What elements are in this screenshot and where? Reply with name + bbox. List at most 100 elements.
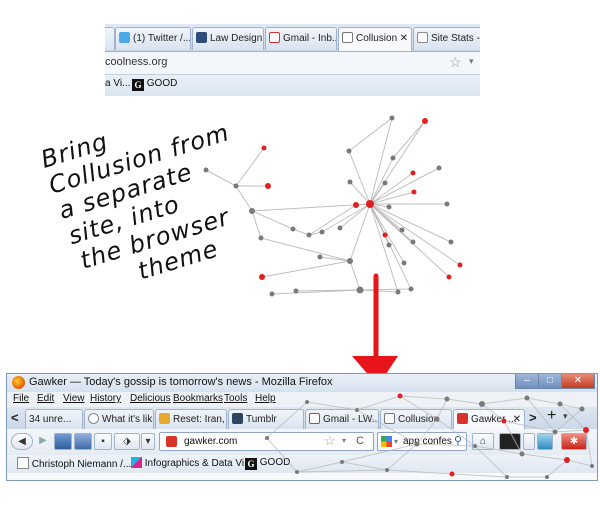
tracker-node [457, 262, 463, 268]
site-node [347, 179, 353, 185]
graph-edge [451, 473, 508, 478]
menu-file[interactable]: File [13, 393, 29, 404]
tab-label: Tumblr [246, 414, 277, 425]
addon-menu-icon[interactable]: ✱ [561, 433, 587, 450]
counter-badge-icon[interactable] [523, 433, 535, 450]
site-node [505, 475, 509, 479]
site-node [444, 201, 450, 207]
site-node [389, 115, 395, 121]
graph-edge [292, 228, 310, 236]
home-screen-icon[interactable] [54, 433, 72, 450]
maximize-button[interactable]: □ [538, 374, 562, 389]
site-node [337, 225, 343, 231]
infographics-icon [131, 457, 142, 468]
bookmark-good[interactable]: G GOOD [245, 457, 290, 470]
bookmark-label: GOOD [259, 457, 291, 468]
site-node [386, 242, 392, 248]
page-info-icon[interactable] [74, 433, 92, 450]
tracker-node [265, 183, 271, 189]
search-input[interactable]: ▾ app confes ⚲ [377, 432, 467, 451]
gmail-icon [309, 413, 320, 424]
forward-button[interactable]: ▶ [34, 433, 52, 450]
bookmark-label: Infographics & Data Vi... [144, 458, 253, 469]
menu-bookmarks[interactable]: Bookmarks [173, 393, 223, 404]
tab-scroll-left[interactable]: < [11, 410, 19, 425]
graph-edge [349, 181, 371, 205]
tracker-node [261, 145, 267, 151]
site-node [356, 286, 364, 294]
tab-collusion[interactable]: Collusion [380, 409, 452, 429]
home-button[interactable]: ⌂ [472, 433, 494, 450]
tab-tumblr[interactable]: Tumblr [228, 409, 304, 429]
close-window-button[interactable]: ✕ [561, 374, 595, 389]
tab-scroll-right[interactable]: > [529, 410, 537, 425]
tab-reset-iran[interactable]: Reset: Iran, ... [155, 409, 227, 429]
dropdown-icon[interactable]: ▾ [342, 436, 346, 445]
tab-mail[interactable]: 34 unre... [25, 409, 83, 429]
dropdown-icon[interactable]: ▾ [394, 437, 398, 446]
site-node [408, 286, 414, 292]
tab-what-its-like[interactable]: What it's lik... [84, 409, 154, 429]
minimize-button[interactable]: – [515, 374, 539, 389]
reload-icon[interactable]: C [356, 435, 364, 447]
site-node [410, 239, 416, 245]
site-node [395, 289, 401, 295]
site-node [290, 226, 296, 232]
site-node [390, 155, 396, 161]
window-title: Gawker — Today's gossip is tomorrow's ne… [29, 376, 333, 388]
graph-edge [369, 167, 440, 205]
gawker-icon [457, 413, 468, 424]
menu-delicious[interactable]: Delicious [130, 393, 171, 404]
star-icon[interactable]: ☆ [324, 433, 336, 449]
tab-label: Reset: Iran, ... [173, 414, 226, 425]
page-icon [17, 457, 29, 469]
window-titlebar: Gawker — Today's gossip is tomorrow's ne… [7, 374, 597, 392]
graph-edge [369, 120, 426, 205]
site-node [448, 239, 454, 245]
tab-label: Collusion [398, 414, 440, 425]
graph-edge [348, 150, 371, 205]
extension-icon[interactable] [537, 433, 553, 450]
tracker-node [411, 189, 417, 195]
close-tab-icon[interactable]: ✕ [513, 410, 521, 429]
site-node [382, 180, 388, 186]
delicious-tag-icon[interactable]: ⬗ [114, 433, 140, 450]
tab-label: Gmail - LW... [323, 414, 379, 425]
tracker-node [353, 202, 359, 208]
collusion-icon [384, 413, 395, 424]
bookmark-christoph-niemann[interactable]: Christoph Niemann /... [17, 457, 131, 470]
menu-edit[interactable]: Edit [37, 393, 54, 404]
graph-edge [349, 260, 361, 291]
save-icon[interactable]: ▪ [94, 433, 112, 450]
menu-history[interactable]: History [90, 393, 121, 404]
lastpass-icon[interactable] [499, 433, 521, 450]
good-icon: G [245, 458, 257, 470]
url-bar[interactable]: gawker.com ☆ ▾ C [159, 432, 374, 451]
url-text: gawker.com [184, 436, 238, 447]
site-node [436, 165, 442, 171]
bookmarks-toolbar: Christoph Niemann /... Infographics & Da… [7, 455, 597, 473]
menu-help[interactable]: Help [255, 393, 276, 404]
tab-bar: < 34 unre... What it's lik... Reset: Ira… [7, 407, 597, 430]
search-icon[interactable]: ⚲ [454, 434, 462, 447]
tab-gmail[interactable]: Gmail - LW... [305, 409, 379, 429]
bookmark-infographics[interactable]: Infographics & Data Vi... [131, 457, 252, 469]
tab-gawker[interactable]: Gawker ... ✕ [453, 409, 525, 429]
navigation-toolbar: ◀ ▶ ▪ ⬗ ▾ gawker.com ☆ ▾ C ▾ app confes … [7, 429, 597, 455]
new-tab-button[interactable]: + [547, 407, 556, 425]
menu-tools[interactable]: Tools [224, 393, 247, 404]
site-node [269, 291, 275, 297]
site-node [399, 227, 405, 233]
site-node [347, 258, 353, 264]
back-button[interactable]: ◀ [11, 433, 33, 450]
bottom-browser-window: Gawker — Today's gossip is tomorrow's ne… [6, 373, 598, 481]
graph-edge [369, 203, 452, 243]
google-icon [381, 436, 392, 447]
graph-edge [359, 288, 412, 291]
site-favicon [166, 436, 177, 447]
dropdown-icon[interactable]: ▾ [141, 433, 155, 450]
tracker-node [446, 274, 452, 280]
tab-list-icon[interactable]: ▾ [563, 411, 568, 422]
menu-view[interactable]: View [63, 393, 85, 404]
site-node [401, 260, 407, 266]
